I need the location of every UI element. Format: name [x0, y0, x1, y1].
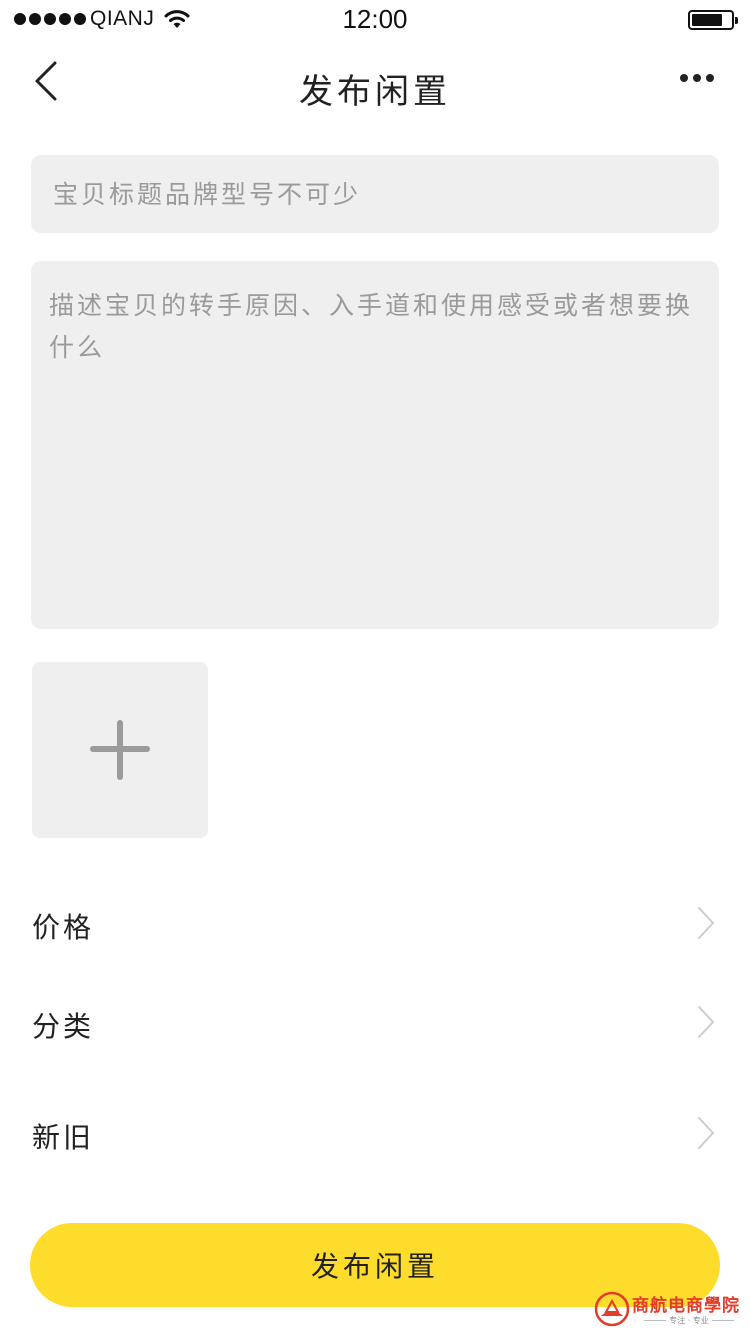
watermark-text: 商航电商學院: [632, 1296, 740, 1316]
condition-row[interactable]: 新旧: [0, 1094, 750, 1174]
chevron-right-icon: [698, 1006, 714, 1038]
price-label: 价格: [32, 911, 95, 944]
status-bar: QIANJ 12:00: [0, 0, 750, 40]
item-description-input[interactable]: [31, 261, 719, 629]
category-row[interactable]: 分类: [0, 983, 750, 1063]
navigation-bar: 发布闲置: [0, 40, 750, 132]
academy-logo-icon: [594, 1291, 630, 1327]
chevron-right-icon: [698, 907, 714, 939]
battery-icon: [688, 10, 738, 30]
price-row[interactable]: 价格: [0, 884, 750, 964]
status-time: 12:00: [342, 4, 408, 34]
watermark-subtext: 专注 · 专业: [632, 1315, 746, 1326]
add-photo-button[interactable]: [32, 662, 208, 838]
chevron-right-icon: [698, 1117, 714, 1149]
condition-label: 新旧: [32, 1121, 95, 1154]
page-title: 发布闲置: [299, 72, 451, 112]
item-title-input[interactable]: [31, 155, 719, 233]
watermark: 商航电商學院 专注 · 专业: [594, 1289, 748, 1331]
category-label: 分类: [32, 1010, 95, 1043]
more-dots-icon: [680, 74, 688, 82]
more-button[interactable]: [672, 66, 722, 90]
